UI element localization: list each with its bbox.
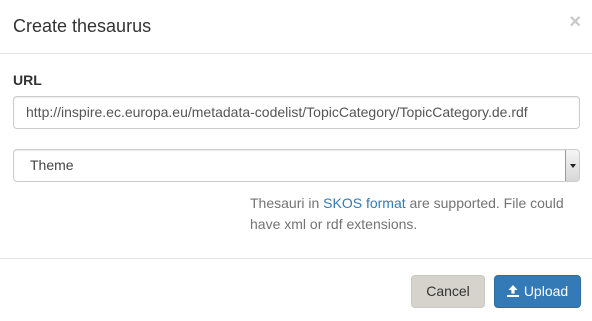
dialog-title: Create thesaurus [13,16,152,36]
create-thesaurus-dialog: Create thesaurus × URL http://inspire.ec… [0,0,592,321]
dialog-header: Create thesaurus × [0,0,592,54]
url-label: URL [13,72,42,88]
cancel-button[interactable]: Cancel [411,275,485,308]
dropdown-arrow-icon[interactable] [565,150,579,181]
help-text: Thesauri in SKOS format are supported. F… [250,193,580,235]
url-input[interactable]: http://inspire.ec.europa.eu/metadata-cod… [13,96,580,129]
upload-button[interactable]: Upload [494,275,581,308]
skos-format-link[interactable]: SKOS format [323,195,405,211]
select-value: Theme [30,157,74,173]
thesaurus-type-select[interactable]: Theme [13,149,580,182]
help-text-prefix: Thesauri in [250,195,324,211]
upload-label: Upload [523,283,569,299]
dialog-footer: Cancel Upload [0,258,592,321]
close-icon[interactable]: × [569,12,581,32]
upload-icon [506,277,519,308]
